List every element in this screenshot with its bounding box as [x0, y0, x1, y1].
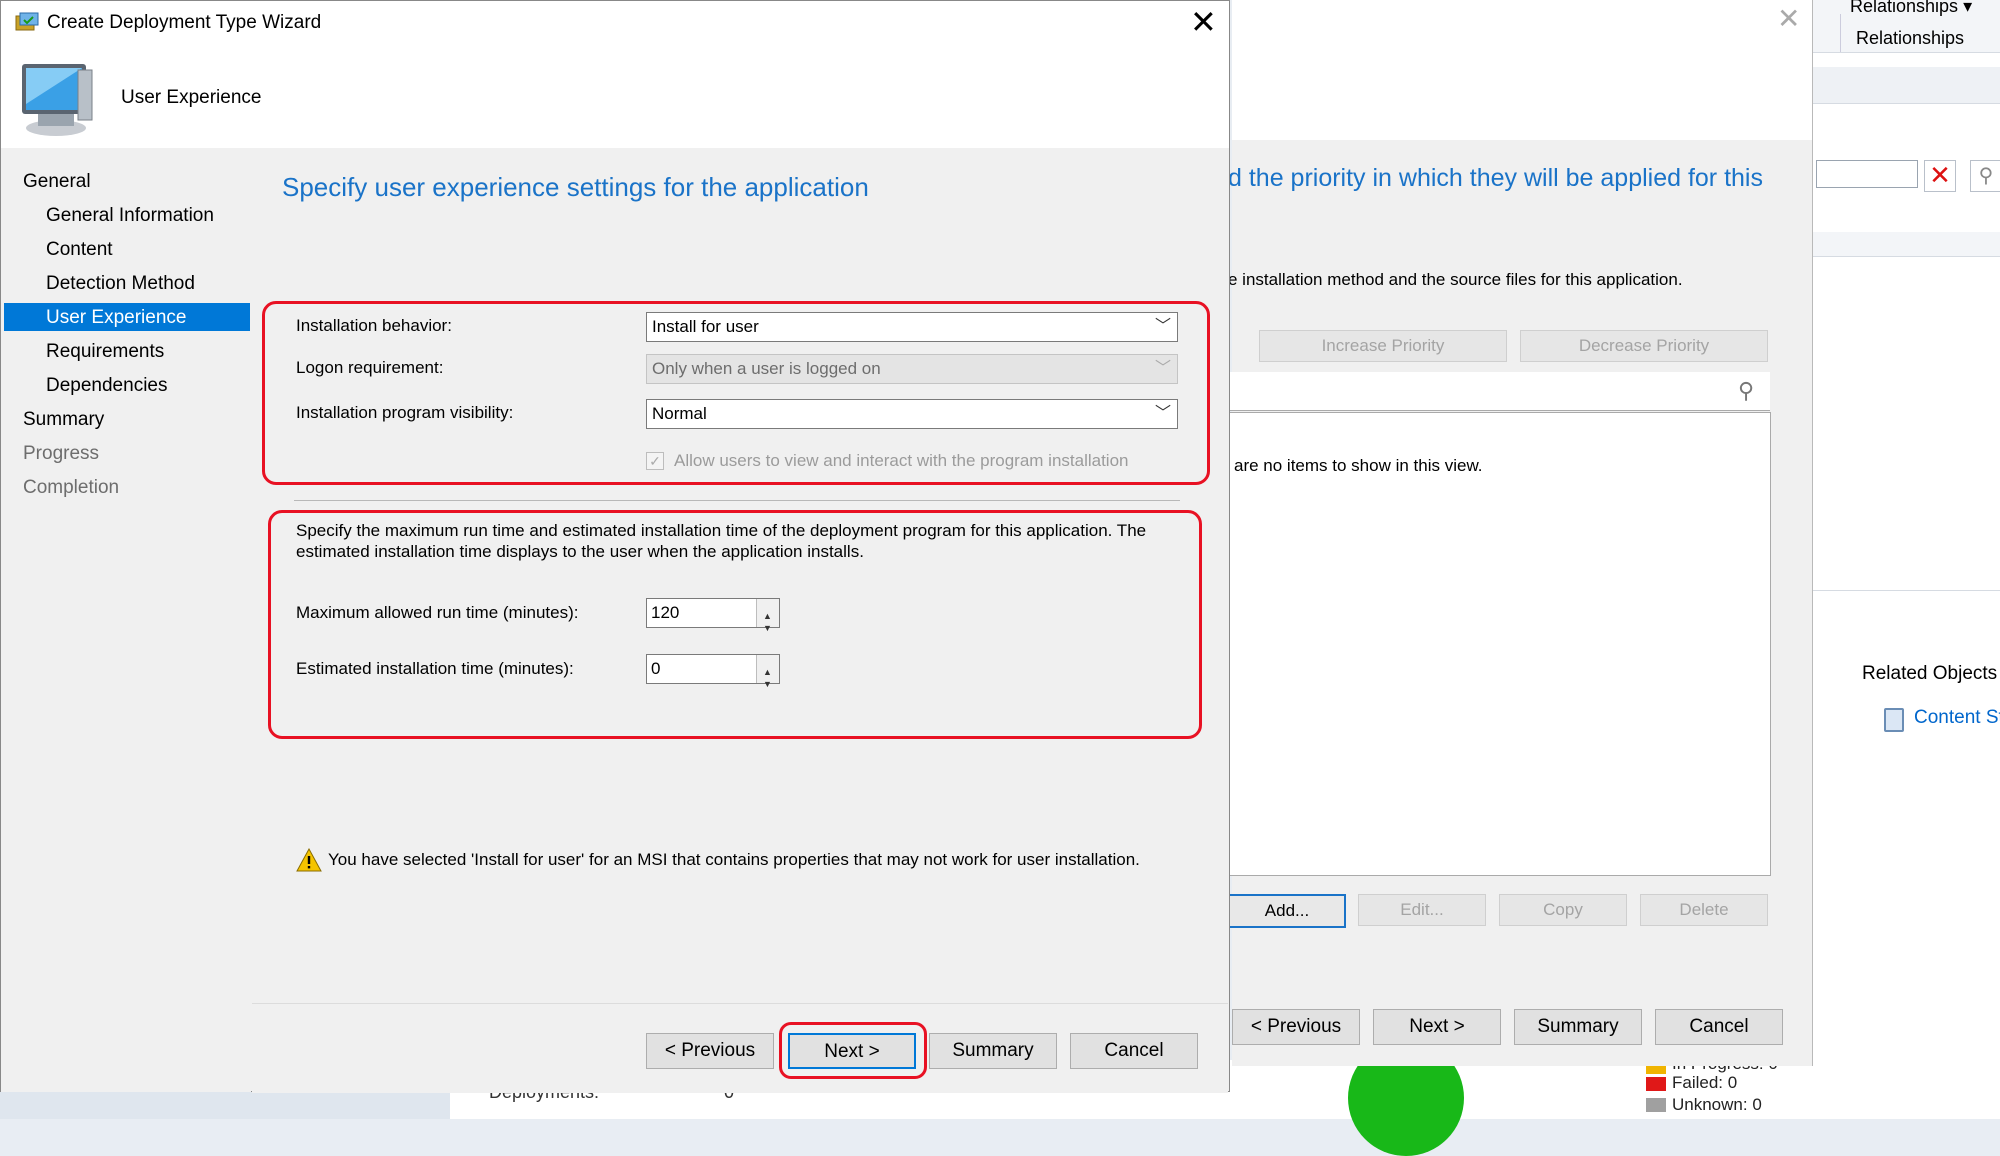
- console-separator: [1812, 232, 2000, 257]
- max-runtime-spin-buttons[interactable]: ▲ ▼: [756, 599, 779, 633]
- content-status-link[interactable]: Content St: [1914, 707, 2000, 729]
- wizard-app-icon: [15, 12, 39, 31]
- increase-priority-button[interactable]: Increase Priority: [1259, 330, 1507, 362]
- legend-unknown: Unknown: 0: [1672, 1095, 1762, 1114]
- sidebar-item-detection-method[interactable]: Detection Method: [46, 273, 195, 295]
- console-search-input[interactable]: [1816, 160, 1918, 188]
- estimated-time-value: 0: [651, 659, 661, 678]
- sidebar-item-progress: Progress: [23, 443, 100, 464]
- related-objects-label: Related Objects: [1862, 663, 1998, 684]
- background-previous-button[interactable]: < Previous: [1232, 1009, 1360, 1045]
- summary-button[interactable]: Summary: [929, 1033, 1057, 1069]
- legend-swatch-failed: [1646, 1077, 1666, 1091]
- logon-requirement-label: Logon requirement:: [296, 358, 444, 377]
- max-runtime-value: 120: [651, 603, 680, 622]
- program-visibility-label: Installation program visibility:: [296, 403, 514, 422]
- copy-button[interactable]: Copy: [1499, 894, 1627, 926]
- max-runtime-stepper[interactable]: 120 ▲ ▼: [646, 598, 780, 633]
- decrease-priority-button[interactable]: Decrease Priority: [1520, 330, 1768, 362]
- background-wizard-description: e installation method and the source fil…: [1228, 270, 1683, 289]
- background-close-icon[interactable]: ✕: [1777, 2, 1800, 35]
- console-divider: [1812, 590, 2000, 591]
- runtime-description: Specify the maximum run time and estimat…: [296, 521, 1147, 561]
- background-filter-input[interactable]: [1230, 372, 1770, 411]
- computer-icon: [22, 64, 93, 136]
- program-visibility-select[interactable]: Normal ﹀: [646, 399, 1178, 429]
- ribbon-tab-relationships[interactable]: Relationships ▾: [1850, 0, 1972, 17]
- warning-message: You have selected 'Install for user' for…: [328, 850, 1140, 869]
- sidebar-item-completion: Completion: [23, 477, 120, 498]
- console-bar: [1812, 67, 2000, 104]
- installation-behavior-value: Install for user: [652, 317, 759, 336]
- warning-icon: [296, 848, 322, 872]
- estimated-time-label: Estimated installation time (minutes):: [296, 659, 574, 678]
- content-status-icon: [1884, 708, 1904, 732]
- console-strip: [0, 1092, 450, 1119]
- previous-button[interactable]: < Previous: [646, 1033, 774, 1069]
- add-button[interactable]: Add...: [1228, 894, 1346, 928]
- background-wizard-heading: d the priority in which they will be app…: [1228, 164, 1763, 192]
- sidebar-item-dependencies[interactable]: Dependencies: [46, 375, 167, 397]
- edit-button[interactable]: Edit...: [1358, 894, 1486, 926]
- allow-interact-label: Allow users to view and interact with th…: [674, 451, 1129, 470]
- background-search-icon[interactable]: ⚲: [1738, 378, 1754, 404]
- program-visibility-value: Normal: [652, 404, 707, 423]
- installation-behavior-label: Installation behavior:: [296, 316, 452, 335]
- estimated-time-spin-buttons[interactable]: ▲ ▼: [756, 655, 779, 689]
- background-cancel-button[interactable]: Cancel: [1655, 1009, 1783, 1045]
- allow-interact-checkbox: ✓: [646, 452, 664, 470]
- search-icon[interactable]: ⚲: [1970, 160, 2000, 192]
- sidebar-item-content[interactable]: Content: [46, 239, 113, 261]
- background-next-button[interactable]: Next >: [1373, 1009, 1501, 1045]
- empty-list-message: are no items to show in this view.: [1234, 456, 1483, 475]
- spin-down-icon[interactable]: ▼: [763, 614, 772, 642]
- ribbon-divider: [1840, 14, 1841, 52]
- sidebar-item-summary[interactable]: Summary: [23, 409, 104, 431]
- chevron-down-icon: ﹀: [1154, 405, 1171, 422]
- background-summary-button[interactable]: Summary: [1514, 1009, 1642, 1045]
- logon-requirement-value: Only when a user is logged on: [652, 359, 881, 378]
- chevron-down-icon: ﹀: [1154, 318, 1171, 335]
- next-button-highlight: [779, 1022, 927, 1079]
- spin-down-icon[interactable]: ▼: [763, 670, 772, 698]
- cancel-button[interactable]: Cancel: [1070, 1033, 1198, 1069]
- logon-requirement-select: Only when a user is logged on ﹀: [646, 354, 1178, 384]
- sidebar-item-requirements[interactable]: Requirements: [46, 341, 164, 363]
- window-title: Create Deployment Type Wizard: [47, 12, 322, 33]
- page-header-title: User Experience: [121, 87, 262, 108]
- legend-swatch-unknown: [1646, 1098, 1666, 1112]
- close-icon[interactable]: ✕: [1190, 4, 1217, 40]
- estimated-time-stepper[interactable]: 0 ▲ ▼: [646, 654, 780, 689]
- installation-behavior-select[interactable]: Install for user ﹀: [646, 312, 1178, 342]
- chevron-down-icon: ﹀: [1154, 360, 1171, 377]
- ribbon: Relationships ▾ Relationships: [1812, 0, 2000, 53]
- ribbon-group-relationships: Relationships: [1856, 28, 1965, 48]
- sidebar-item-user-experience[interactable]: User Experience: [46, 307, 186, 329]
- sidebar-item-general[interactable]: General: [23, 171, 91, 193]
- clear-search-icon[interactable]: ✕: [1924, 160, 1956, 192]
- background-wizard-header: [1232, 0, 1812, 140]
- deployment-types-list[interactable]: [1230, 412, 1771, 876]
- max-runtime-label: Maximum allowed run time (minutes):: [296, 603, 579, 622]
- section-divider: [294, 500, 1180, 501]
- legend-failed: Failed: 0: [1672, 1073, 1738, 1092]
- page-title: Specify user experience settings for the…: [282, 172, 869, 202]
- delete-button[interactable]: Delete: [1640, 894, 1768, 926]
- sidebar-item-general-information[interactable]: General Information: [46, 205, 214, 227]
